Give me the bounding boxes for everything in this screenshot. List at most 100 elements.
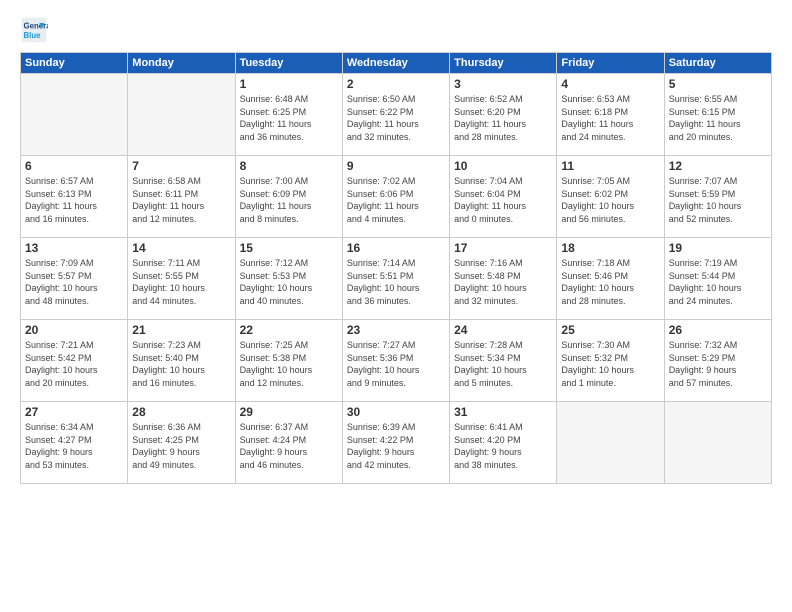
- day-number: 24: [454, 323, 552, 337]
- day-number: 26: [669, 323, 767, 337]
- svg-text:Blue: Blue: [24, 31, 42, 40]
- day-info: Sunrise: 7:12 AM Sunset: 5:53 PM Dayligh…: [240, 257, 338, 307]
- calendar-cell: 30 Sunrise: 6:39 AM Sunset: 4:22 PM Dayli…: [342, 402, 449, 484]
- day-header-wednesday: Wednesday: [342, 53, 449, 74]
- day-number: 12: [669, 159, 767, 173]
- calendar-body: 1 Sunrise: 6:48 AM Sunset: 6:25 PM Daylig…: [21, 74, 772, 484]
- day-info: Sunrise: 7:28 AM Sunset: 5:34 PM Dayligh…: [454, 339, 552, 389]
- day-info: Sunrise: 7:30 AM Sunset: 5:32 PM Dayligh…: [561, 339, 659, 389]
- day-info: Sunrise: 6:50 AM Sunset: 6:22 PM Dayligh…: [347, 93, 445, 143]
- calendar-cell: 2 Sunrise: 6:50 AM Sunset: 6:22 PM Daylig…: [342, 74, 449, 156]
- day-info: Sunrise: 7:02 AM Sunset: 6:06 PM Dayligh…: [347, 175, 445, 225]
- calendar-cell: 29Sunrise: 6:37 AM Sunset: 4:24 PM Dayli…: [235, 402, 342, 484]
- day-info: Sunrise: 6:48 AM Sunset: 6:25 PM Dayligh…: [240, 93, 338, 143]
- week-row-3: 20 Sunrise: 7:21 AM Sunset: 5:42 PM Dayli…: [21, 320, 772, 402]
- day-info: Sunrise: 6:53 AM Sunset: 6:18 PM Dayligh…: [561, 93, 659, 143]
- calendar-cell: 12 Sunrise: 7:07 AM Sunset: 5:59 PM Dayli…: [664, 156, 771, 238]
- day-number: 14: [132, 241, 230, 255]
- day-number: 10: [454, 159, 552, 173]
- day-info: Sunrise: 6:58 AM Sunset: 6:11 PM Dayligh…: [132, 175, 230, 225]
- day-number: 30: [347, 405, 445, 419]
- day-number: 13: [25, 241, 123, 255]
- calendar-cell: 13 Sunrise: 7:09 AM Sunset: 5:57 PM Dayli…: [21, 238, 128, 320]
- day-info: Sunrise: 6:55 AM Sunset: 6:15 PM Dayligh…: [669, 93, 767, 143]
- day-number: 2: [347, 77, 445, 91]
- day-info: Sunrise: 7:11 AM Sunset: 5:55 PM Dayligh…: [132, 257, 230, 307]
- logo: General Blue: [20, 16, 48, 44]
- calendar-cell: 10 Sunrise: 7:04 AM Sunset: 6:04 PM Dayli…: [450, 156, 557, 238]
- calendar-cell: 6Sunrise: 6:57 AM Sunset: 6:13 PM Daylig…: [21, 156, 128, 238]
- calendar-cell: 27 Sunrise: 6:34 AM Sunset: 4:27 PM Dayli…: [21, 402, 128, 484]
- day-header-thursday: Thursday: [450, 53, 557, 74]
- day-number: 22: [240, 323, 338, 337]
- day-number: 20: [25, 323, 123, 337]
- day-info: Sunrise: 7:32 AM Sunset: 5:29 PM Dayligh…: [669, 339, 767, 389]
- day-info: Sunrise: 7:19 AM Sunset: 5:44 PM Dayligh…: [669, 257, 767, 307]
- calendar-cell: 22 Sunrise: 7:25 AM Sunset: 5:38 PM Dayli…: [235, 320, 342, 402]
- day-info: Sunrise: 7:00 AM Sunset: 6:09 PM Dayligh…: [240, 175, 338, 225]
- day-info: Sunrise: 6:34 AM Sunset: 4:27 PM Dayligh…: [25, 421, 123, 471]
- week-row-1: 6Sunrise: 6:57 AM Sunset: 6:13 PM Daylig…: [21, 156, 772, 238]
- day-number: 8: [240, 159, 338, 173]
- calendar-cell: 17 Sunrise: 7:16 AM Sunset: 5:48 PM Dayli…: [450, 238, 557, 320]
- day-header-tuesday: Tuesday: [235, 53, 342, 74]
- day-info: Sunrise: 7:05 AM Sunset: 6:02 PM Dayligh…: [561, 175, 659, 225]
- week-row-4: 27 Sunrise: 6:34 AM Sunset: 4:27 PM Dayli…: [21, 402, 772, 484]
- day-number: 4: [561, 77, 659, 91]
- day-number: 23: [347, 323, 445, 337]
- calendar-cell: 19 Sunrise: 7:19 AM Sunset: 5:44 PM Dayli…: [664, 238, 771, 320]
- day-number: 1: [240, 77, 338, 91]
- day-info: Sunrise: 6:39 AM Sunset: 4:22 PM Dayligh…: [347, 421, 445, 471]
- day-info: Sunrise: 7:23 AM Sunset: 5:40 PM Dayligh…: [132, 339, 230, 389]
- logo-icon: General Blue: [20, 16, 48, 44]
- svg-text:General: General: [24, 21, 49, 30]
- day-header-monday: Monday: [128, 53, 235, 74]
- day-info: Sunrise: 7:09 AM Sunset: 5:57 PM Dayligh…: [25, 257, 123, 307]
- day-number: 28: [132, 405, 230, 419]
- calendar-cell: 28 Sunrise: 6:36 AM Sunset: 4:25 PM Dayli…: [128, 402, 235, 484]
- calendar: SundayMondayTuesdayWednesdayThursdayFrid…: [20, 52, 772, 484]
- calendar-cell: 25 Sunrise: 7:30 AM Sunset: 5:32 PM Dayli…: [557, 320, 664, 402]
- calendar-cell: 7 Sunrise: 6:58 AM Sunset: 6:11 PM Daylig…: [128, 156, 235, 238]
- day-number: 29: [240, 405, 338, 419]
- day-number: 18: [561, 241, 659, 255]
- calendar-cell: 20 Sunrise: 7:21 AM Sunset: 5:42 PM Dayli…: [21, 320, 128, 402]
- day-number: 6: [25, 159, 123, 173]
- day-number: 11: [561, 159, 659, 173]
- day-number: 27: [25, 405, 123, 419]
- calendar-cell: 18Sunrise: 7:18 AM Sunset: 5:46 PM Dayli…: [557, 238, 664, 320]
- calendar-cell: 9Sunrise: 7:02 AM Sunset: 6:06 PM Daylig…: [342, 156, 449, 238]
- day-number: 19: [669, 241, 767, 255]
- calendar-cell: 14 Sunrise: 7:11 AM Sunset: 5:55 PM Dayli…: [128, 238, 235, 320]
- calendar-cell: 16Sunrise: 7:14 AM Sunset: 5:51 PM Dayli…: [342, 238, 449, 320]
- day-number: 7: [132, 159, 230, 173]
- day-header-saturday: Saturday: [664, 53, 771, 74]
- day-info: Sunrise: 7:16 AM Sunset: 5:48 PM Dayligh…: [454, 257, 552, 307]
- day-number: 17: [454, 241, 552, 255]
- day-header-sunday: Sunday: [21, 53, 128, 74]
- day-number: 21: [132, 323, 230, 337]
- day-info: Sunrise: 6:36 AM Sunset: 4:25 PM Dayligh…: [132, 421, 230, 471]
- calendar-cell: 24 Sunrise: 7:28 AM Sunset: 5:34 PM Dayli…: [450, 320, 557, 402]
- day-info: Sunrise: 7:04 AM Sunset: 6:04 PM Dayligh…: [454, 175, 552, 225]
- calendar-cell: 11 Sunrise: 7:05 AM Sunset: 6:02 PM Dayli…: [557, 156, 664, 238]
- day-number: 25: [561, 323, 659, 337]
- day-number: 3: [454, 77, 552, 91]
- calendar-cell: 23 Sunrise: 7:27 AM Sunset: 5:36 PM Dayli…: [342, 320, 449, 402]
- week-row-0: 1 Sunrise: 6:48 AM Sunset: 6:25 PM Daylig…: [21, 74, 772, 156]
- day-info: Sunrise: 7:21 AM Sunset: 5:42 PM Dayligh…: [25, 339, 123, 389]
- day-info: Sunrise: 6:52 AM Sunset: 6:20 PM Dayligh…: [454, 93, 552, 143]
- day-info: Sunrise: 7:27 AM Sunset: 5:36 PM Dayligh…: [347, 339, 445, 389]
- calendar-cell: 1 Sunrise: 6:48 AM Sunset: 6:25 PM Daylig…: [235, 74, 342, 156]
- calendar-cell: [21, 74, 128, 156]
- day-number: 15: [240, 241, 338, 255]
- calendar-header-row: SundayMondayTuesdayWednesdayThursdayFrid…: [21, 53, 772, 74]
- calendar-cell: 31 Sunrise: 6:41 AM Sunset: 4:20 PM Dayli…: [450, 402, 557, 484]
- day-info: Sunrise: 7:07 AM Sunset: 5:59 PM Dayligh…: [669, 175, 767, 225]
- calendar-cell: 5 Sunrise: 6:55 AM Sunset: 6:15 PM Daylig…: [664, 74, 771, 156]
- day-info: Sunrise: 7:25 AM Sunset: 5:38 PM Dayligh…: [240, 339, 338, 389]
- day-number: 31: [454, 405, 552, 419]
- day-info: Sunrise: 6:41 AM Sunset: 4:20 PM Dayligh…: [454, 421, 552, 471]
- day-number: 5: [669, 77, 767, 91]
- calendar-cell: 8 Sunrise: 7:00 AM Sunset: 6:09 PM Daylig…: [235, 156, 342, 238]
